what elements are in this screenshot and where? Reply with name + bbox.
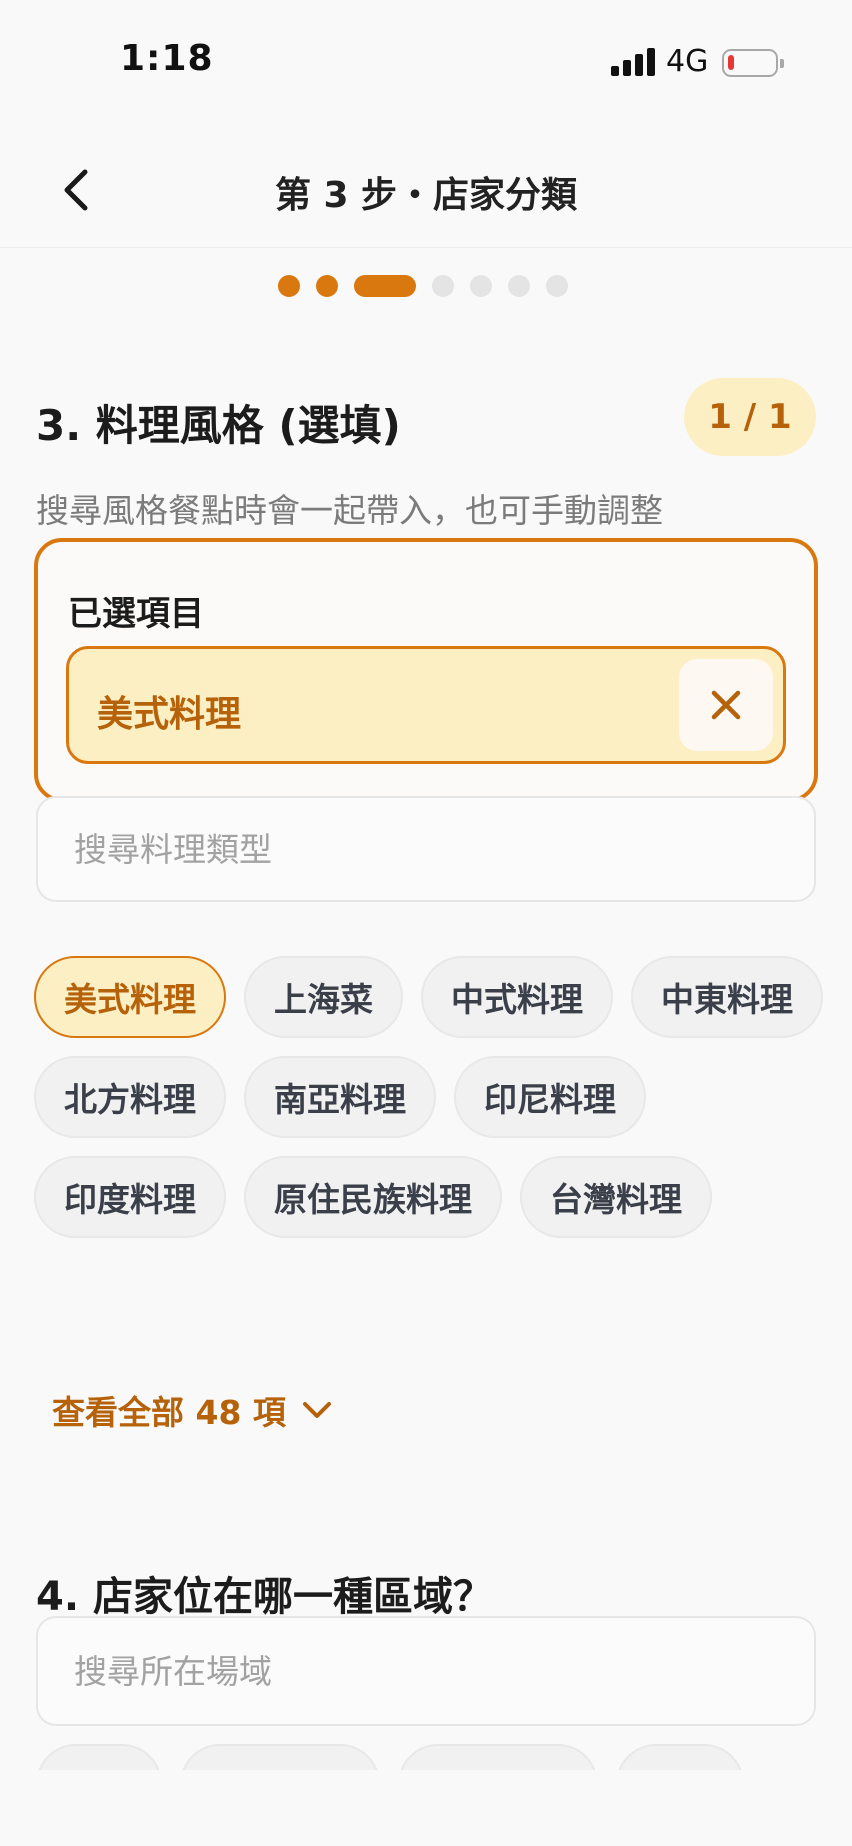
see-all-button[interactable]: 查看全部 48 項	[52, 1386, 332, 1434]
page-title: 第 3 步・店家分類	[274, 175, 578, 216]
progress-dot	[508, 275, 530, 297]
cuisine-option-chip[interactable]: 美式料理	[34, 956, 226, 1038]
selected-item-chip: 美式料理	[66, 646, 786, 764]
section-title-cuisine: 3. 料理風格 (選填)	[36, 401, 401, 450]
cuisine-search-field[interactable]	[36, 796, 816, 902]
section-title-area: 4. 店家位在哪一種區域？	[36, 1574, 493, 1620]
area-option-chip[interactable]	[398, 1744, 598, 1770]
area-option-chip[interactable]	[36, 1744, 162, 1770]
battery-icon	[722, 49, 784, 77]
remove-selected-button[interactable]	[679, 659, 773, 751]
progress-dot	[432, 275, 454, 297]
cuisine-search-input[interactable]	[38, 798, 814, 900]
progress-dot-current	[354, 275, 416, 297]
signal-icon	[611, 48, 655, 76]
area-search-input[interactable]	[38, 1618, 814, 1724]
cuisine-option-chip[interactable]: 中東料理	[631, 956, 823, 1038]
cuisine-option-chip[interactable]: 原住民族料理	[244, 1156, 502, 1238]
area-option-chip[interactable]	[616, 1744, 744, 1770]
progress-dot	[316, 275, 338, 297]
progress-dot	[470, 275, 492, 297]
progress-dot	[278, 275, 300, 297]
see-all-label: 查看全部 48 項	[52, 1393, 286, 1432]
selection-count-badge: 1 / 1	[684, 378, 816, 456]
cuisine-option-chip[interactable]: 印尼料理	[454, 1056, 646, 1138]
cuisine-options: 美式料理 上海菜 中式料理 中東料理北方料理 南亞料理 印尼料理印度料理 原住民族料理 台灣料…	[34, 956, 824, 1238]
status-bar: 1:18 4G	[0, 0, 852, 120]
step-progress-indicator	[278, 274, 568, 298]
cuisine-option-chip[interactable]: 台灣料理	[520, 1156, 712, 1238]
selected-item-label: 美式料理	[97, 694, 242, 735]
cuisine-option-chip[interactable]: 上海菜	[244, 956, 403, 1038]
selected-items-label: 已選項目	[68, 594, 204, 634]
area-options-partial	[36, 1744, 826, 1770]
cuisine-option-chip[interactable]: 南亞料理	[244, 1056, 436, 1138]
cuisine-option-chip[interactable]: 中式料理	[421, 956, 613, 1038]
area-search-field[interactable]	[36, 1616, 816, 1726]
section-description: 搜尋風格餐點時會一起帶入，也可手動調整	[36, 491, 663, 530]
selected-items-panel: 已選項目 美式料理	[34, 538, 818, 802]
chevron-down-icon	[302, 1402, 331, 1418]
nav-header: 第 3 步・店家分類	[0, 140, 852, 248]
network-type: 4G	[666, 44, 709, 79]
area-option-chip[interactable]	[180, 1744, 380, 1770]
bottom-fade	[0, 1770, 852, 1846]
close-icon	[711, 690, 741, 720]
status-time: 1:18	[120, 38, 214, 79]
cuisine-option-chip[interactable]: 印度料理	[34, 1156, 226, 1238]
progress-dot	[546, 275, 568, 297]
cuisine-option-chip[interactable]: 北方料理	[34, 1056, 226, 1138]
